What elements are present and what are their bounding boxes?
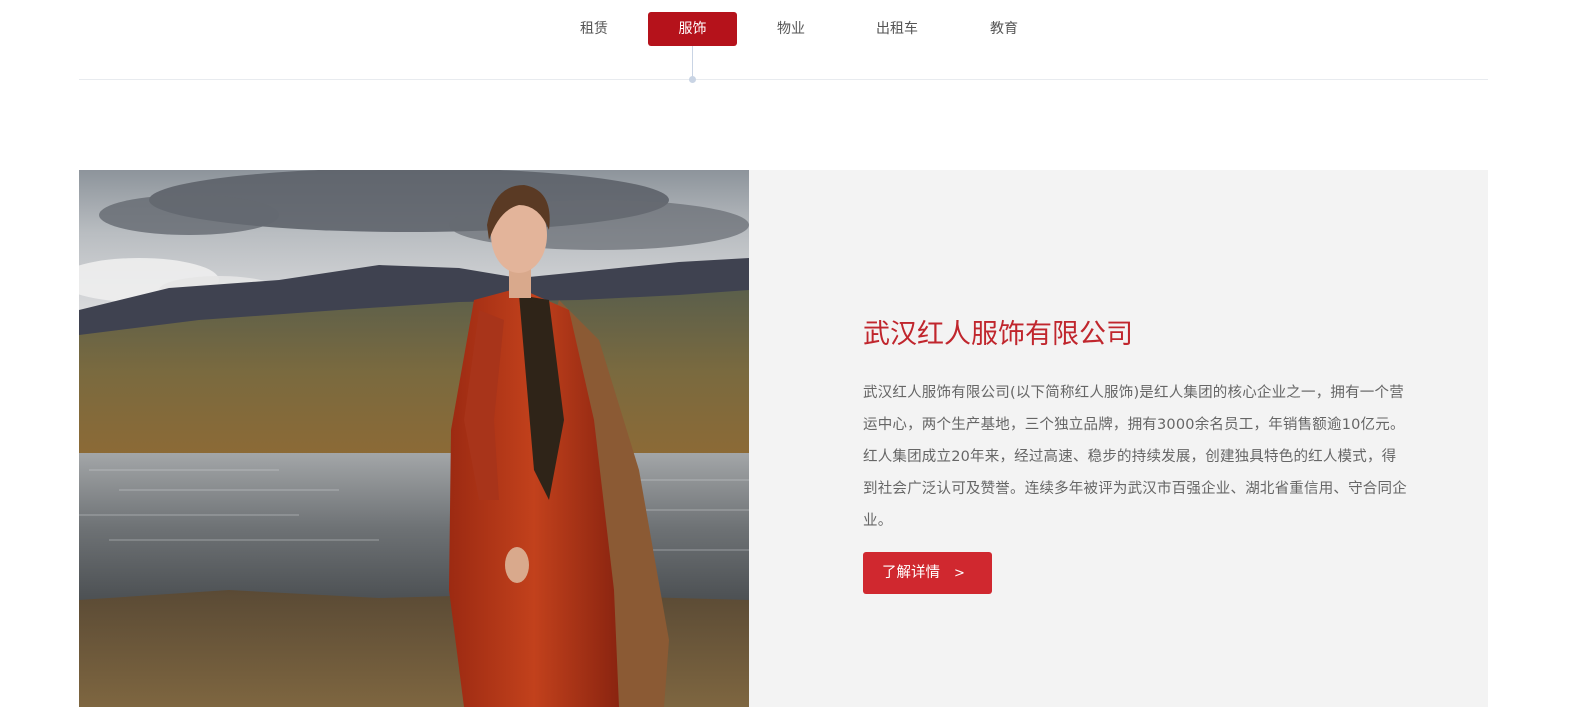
fashion-model-photo — [79, 170, 749, 707]
company-title: 武汉红人服饰有限公司 — [863, 319, 1133, 350]
learn-more-label: 了解详情 — [882, 565, 940, 581]
tab-taxi[interactable]: 出租车 — [866, 12, 928, 46]
company-info: 武汉红人服饰有限公司 武汉红人服饰有限公司(以下简称红人服饰)是红人集团的核心企… — [863, 315, 1411, 594]
tabs-divider — [79, 79, 1488, 80]
chevron-right-icon: > — [954, 566, 965, 581]
company-panel: 武汉红人服饰有限公司 武汉红人服饰有限公司(以下简称红人服饰)是红人集团的核心企… — [79, 170, 1488, 707]
tab-rental[interactable]: 租赁 — [570, 12, 618, 46]
active-tab-indicator-line — [692, 46, 693, 79]
business-tabs: 租赁 服饰 物业 出租车 教育 — [0, 12, 1584, 46]
learn-more-button[interactable]: 了解详情 > — [863, 552, 992, 594]
page: 租赁 服饰 物业 出租车 教育 武汉红人服饰有限公司 武汉红人服饰有限公司(以下… — [0, 0, 1584, 707]
active-tab-indicator-dot — [689, 76, 696, 83]
tab-property[interactable]: 物业 — [765, 12, 817, 46]
tab-education[interactable]: 教育 — [980, 12, 1028, 46]
tab-apparel[interactable]: 服饰 — [648, 12, 737, 46]
company-description: 武汉红人服饰有限公司(以下简称红人服饰)是红人集团的核心企业之一，拥有一个营运中… — [863, 385, 1407, 529]
